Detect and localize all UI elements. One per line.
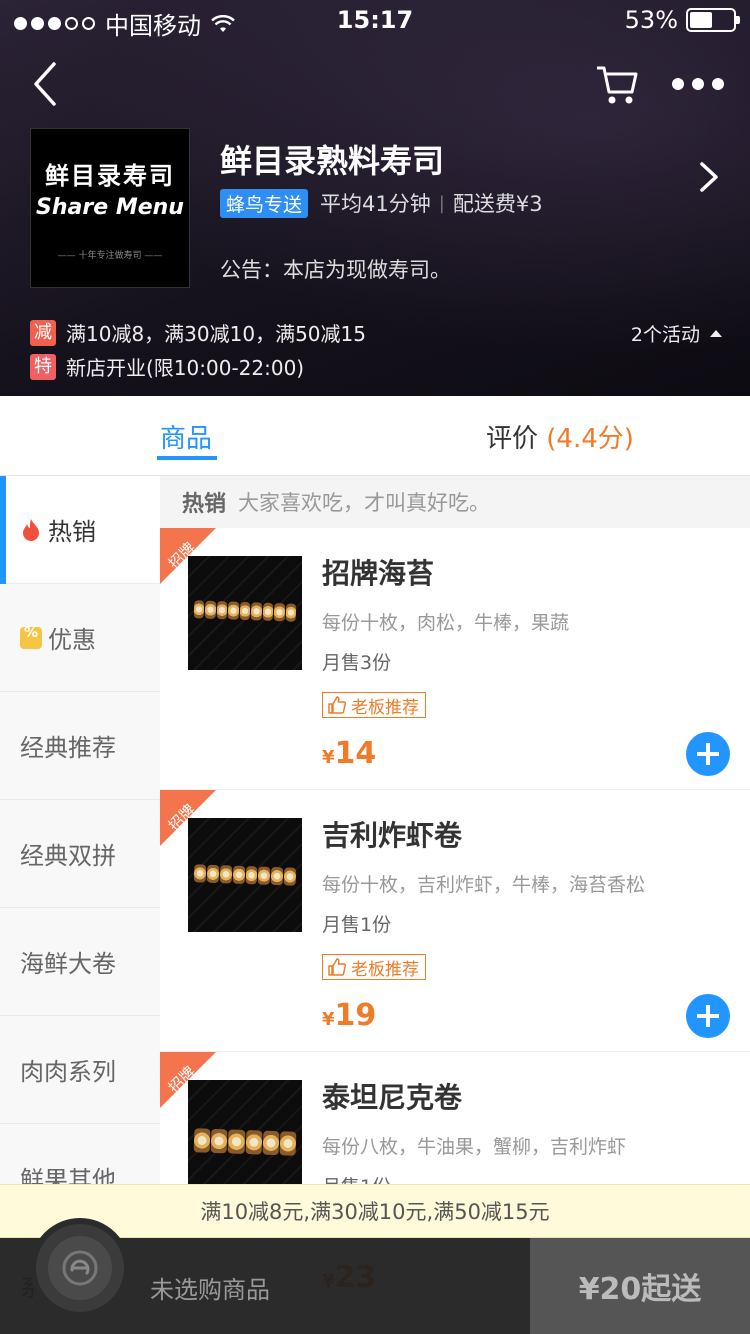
cart-icon[interactable] (594, 62, 640, 108)
caret-up-icon (710, 330, 722, 337)
list-item[interactable]: 招牌 招牌海苔 每份十枚，肉松，牛棒，果蔬 月售3份 老板推荐 ¥14 (160, 528, 750, 790)
discount-icon (20, 625, 42, 649)
delivery-time: 平均41分钟 (320, 192, 431, 216)
cart-button[interactable] (30, 1218, 130, 1318)
tab-reviews[interactable]: 评价 (4.4分) (486, 418, 634, 455)
delivery-info: 蜂鸟专送 平均41分钟 | 配送费¥3 (220, 188, 543, 218)
recommend-badge: 老板推荐 (322, 954, 426, 980)
chevron-right-icon[interactable] (694, 160, 722, 194)
item-sales: 月售3份 (322, 652, 392, 674)
back-button[interactable] (24, 58, 72, 110)
item-name: 招牌海苔 (322, 557, 435, 590)
item-desc: 每份十枚，肉松，牛棒，果蔬 (322, 612, 570, 634)
tab-goods[interactable]: 商品 (160, 418, 212, 455)
item-name: 泰坦尼克卷 (322, 1081, 463, 1114)
item-image[interactable] (188, 1080, 302, 1194)
delivery-badge: 蜂鸟专送 (220, 188, 309, 218)
category-discount[interactable]: 优惠 (0, 584, 160, 692)
list-item[interactable]: 招牌 吉利炸虾卷 每份十枚，吉利炸虾，牛棒，海苔香松 月售1份 老板推荐 ¥19 (160, 790, 750, 1052)
tab-bar: 商品 评价 (4.4分) (0, 396, 750, 476)
category-seafood[interactable]: 海鲜大卷 (0, 908, 160, 1016)
thumbs-up-icon (328, 958, 347, 976)
item-desc: 每份十枚，吉利炸虾，牛棒，海苔香松 (322, 874, 646, 896)
recommend-badge: 老板推荐 (322, 692, 426, 718)
item-name: 吉利炸虾卷 (322, 819, 463, 852)
item-image[interactable] (188, 818, 302, 932)
category-classic[interactable]: 经典推荐 (0, 692, 160, 800)
shop-notice: 公告：本店为现做寿司。 (220, 258, 451, 282)
category-meat[interactable]: 肉肉系列 (0, 1016, 160, 1124)
review-score: (4.4分) (546, 424, 634, 454)
fire-icon (23, 518, 39, 541)
add-button[interactable] (686, 994, 730, 1038)
shop-header: 中国移动 15:17 53% 鲜目录寿司 Share Menu —— 十年专注做… (0, 0, 750, 396)
cart-status: 未选购商品 (150, 1276, 270, 1304)
section-header: 热销 大家喜欢吃，才叫真好吃。 (160, 476, 750, 528)
battery-percent: 53% (624, 6, 678, 34)
add-button[interactable] (686, 732, 730, 776)
promo-special: 特 新店开业(限10:00-22:00) (30, 352, 304, 381)
tab-indicator (157, 456, 217, 460)
battery-icon (686, 8, 740, 32)
item-price: ¥14 (322, 736, 377, 771)
basket-icon (62, 1250, 98, 1286)
more-icon[interactable] (672, 74, 724, 94)
activity-toggle[interactable]: 2个活动 (631, 320, 722, 347)
item-sales: 月售1份 (322, 914, 392, 936)
status-bar: 中国移动 15:17 53% (0, 0, 750, 40)
category-hot[interactable]: 热销 (0, 476, 160, 584)
shop-name[interactable]: 鲜目录熟料寿司 (220, 136, 444, 182)
item-image[interactable] (188, 556, 302, 670)
checkout-button[interactable]: ¥20起送 (530, 1238, 750, 1334)
item-price: ¥19 (322, 998, 377, 1033)
discount-tag: 减 (30, 319, 56, 346)
shop-logo: 鲜目录寿司 Share Menu —— 十年专注做寿司 —— (30, 128, 190, 288)
category-double[interactable]: 经典双拼 (0, 800, 160, 908)
promo-discount: 减 满10减8，满30减10，满50减15 (30, 318, 366, 347)
special-tag: 特 (30, 353, 56, 380)
thumbs-up-icon (328, 696, 347, 714)
item-desc: 每份八枚，牛油果，蟹柳，吉利炸虾 (322, 1136, 627, 1158)
delivery-fee: 配送费¥3 (452, 192, 543, 216)
